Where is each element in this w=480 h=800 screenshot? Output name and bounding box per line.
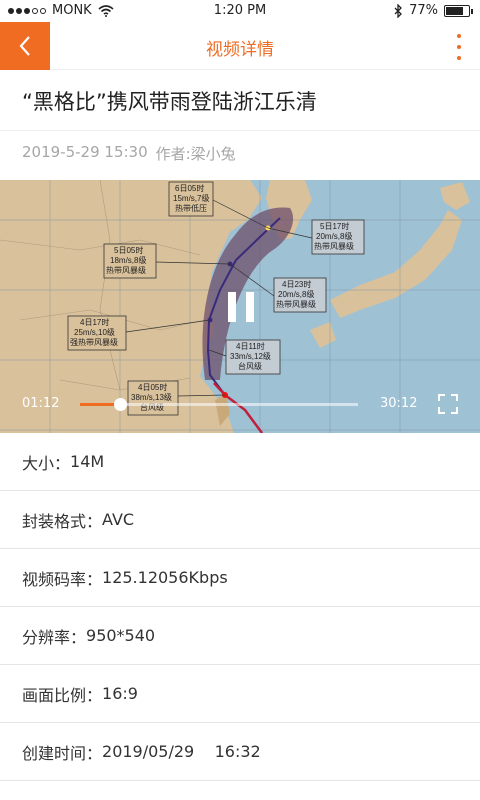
map-label-5a: 4日17时	[80, 317, 109, 327]
info-label: 创建时间：	[22, 743, 103, 763]
map-label-5c: 强热带风暴级	[70, 337, 118, 347]
info-row-created: 创建时间： 2019/05/29 16:32	[0, 723, 480, 781]
article-date: 2019-5-29 15:30	[22, 143, 148, 161]
battery-percent: 77%	[409, 3, 438, 18]
info-value: 16:9	[102, 684, 138, 703]
info-row-resolution: 分辨率： 950*540	[0, 607, 480, 665]
map-label-2c: 热带风暴级	[314, 241, 354, 251]
map-label-6b: 33m/s,12级	[230, 351, 271, 361]
map-label-4a: 4日23时	[282, 279, 311, 289]
map-label-4b: 20m/s,8级	[278, 289, 314, 299]
info-value: 950*540	[86, 626, 156, 645]
info-value: 14M	[70, 452, 105, 471]
info-label: 封装格式：	[22, 511, 103, 531]
article-author: 作者:梁小兔	[155, 145, 236, 163]
video-info-list: 大小： 14M 封装格式： AVC 视频码率： 125.12056Kbps 分辨…	[0, 433, 480, 781]
map-label-5b: 25m/s,10级	[74, 327, 115, 337]
map-label-4c: 热带风暴级	[276, 299, 316, 309]
pause-button[interactable]	[228, 292, 254, 322]
article-meta: 2019-5-29 15:30 作者:梁小兔	[0, 130, 480, 180]
status-bar: MONK 1:20 PM 77%	[0, 0, 480, 22]
map-label-6a: 4日11时	[236, 341, 265, 351]
map-label-1c: 热带低压	[175, 203, 207, 213]
current-time: 01:12	[22, 396, 60, 411]
map-label-7a: 4日05时	[138, 382, 167, 392]
info-label: 分辨率：	[22, 627, 87, 647]
map-label-1a: 6日05时	[175, 183, 204, 193]
pause-icon	[228, 292, 236, 322]
info-value: 125.12056Kbps	[102, 568, 228, 587]
total-time: 30:12	[380, 396, 418, 411]
fullscreen-icon[interactable]	[438, 394, 458, 414]
progress-thumb[interactable]	[114, 398, 127, 411]
battery-fill	[446, 6, 463, 15]
map-label-2a: 5日17时	[320, 221, 349, 231]
more-button[interactable]	[454, 34, 464, 60]
info-value: AVC	[102, 510, 135, 529]
info-row-format: 封装格式： AVC	[0, 491, 480, 549]
page-title: 视频详情	[206, 40, 274, 60]
more-vertical-icon	[457, 34, 461, 38]
map-label-2b: 20m/s,8级	[316, 231, 352, 241]
info-row-bitrate: 视频码率： 125.12056Kbps	[0, 549, 480, 607]
battery-icon	[444, 4, 473, 17]
article-title: “黑格比”携风带雨登陆浙江乐清	[22, 90, 317, 114]
info-label: 画面比例：	[22, 685, 103, 705]
info-row-aspect: 画面比例： 16:9	[0, 665, 480, 723]
nav-bar: 视频详情	[0, 22, 480, 70]
map-label-3b: 18m/s,8级	[110, 255, 146, 265]
map-label-6c: 台风级	[238, 361, 262, 371]
map-label-1b: 15m/s,7级	[173, 193, 209, 203]
map-label-7b: 38m/s,13级	[131, 392, 172, 402]
bluetooth-icon	[394, 3, 403, 18]
map-label-3a: 5日05时	[114, 245, 143, 255]
info-value: 2019/05/29 16:32	[102, 742, 261, 761]
map-label-3c: 热带风暴级	[106, 265, 146, 275]
status-right: 77%	[394, 3, 473, 18]
info-label: 大小：	[22, 453, 71, 473]
info-row-size: 大小： 14M	[0, 433, 480, 491]
info-label: 视频码率：	[22, 569, 103, 589]
